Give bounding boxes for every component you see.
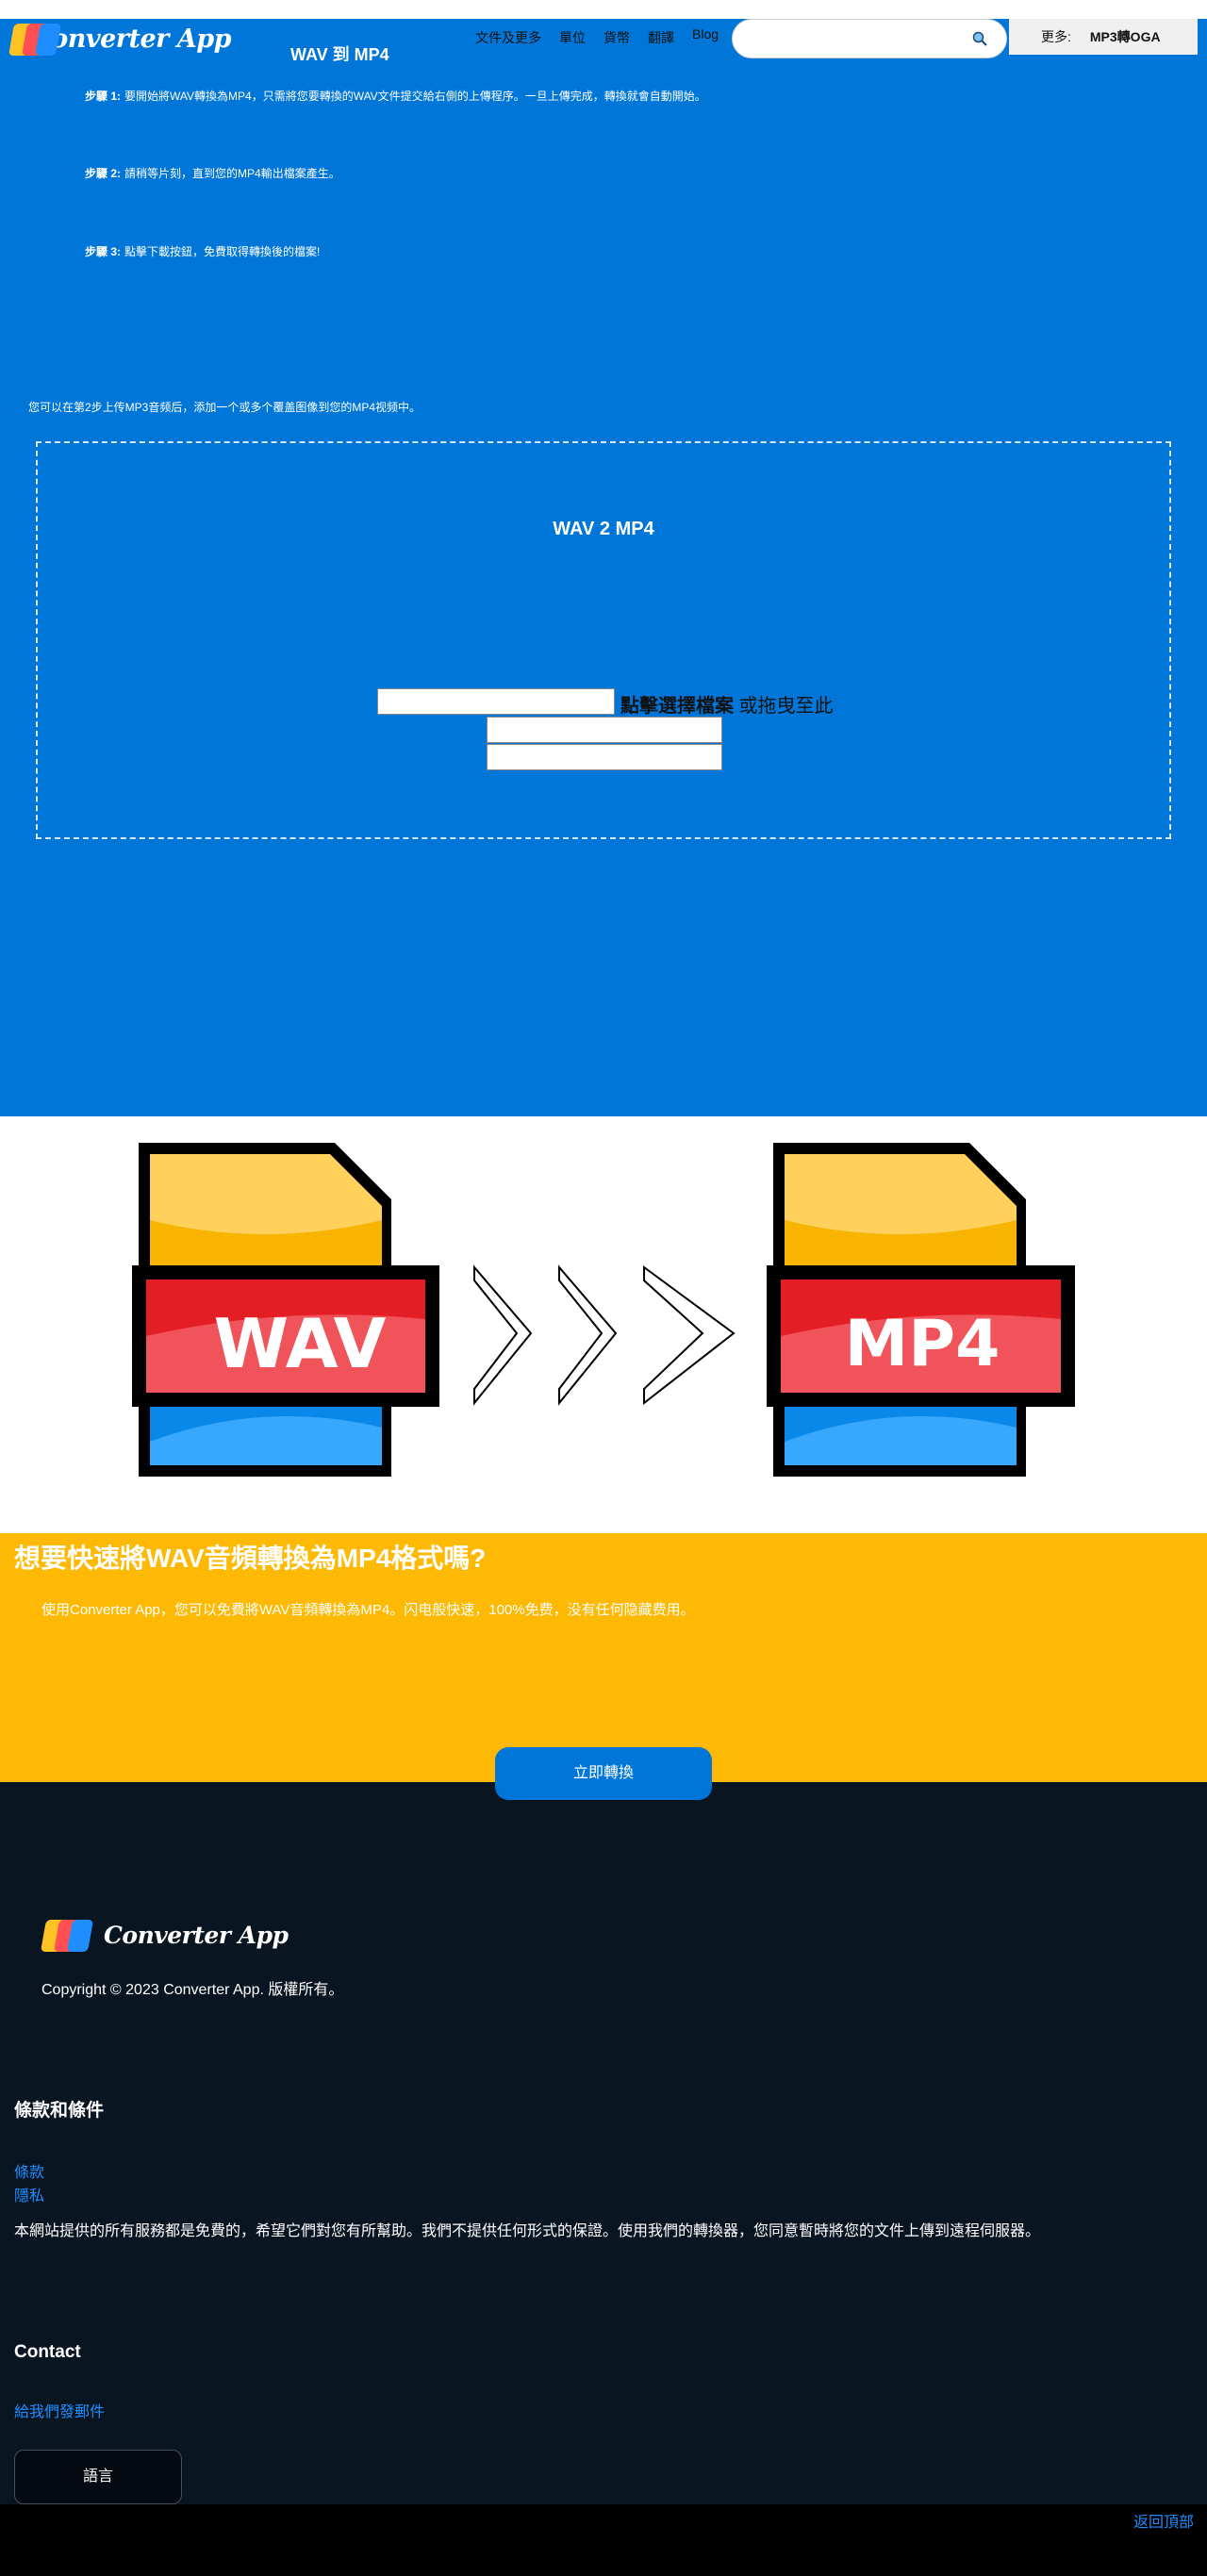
more-link-mp3-oga[interactable]: MP3轉OGA [1090, 27, 1161, 46]
bottom-bar: 返回頂部 [0, 2504, 1207, 2576]
promo-heading: 想要快速將WAV音頻轉換為MP4格式嗎? [14, 1544, 487, 1573]
drag-here-text: 或拖曳至此 [734, 696, 834, 717]
step-1-label: 步驟 1: [85, 90, 122, 103]
choose-file-label[interactable]: 點擊選擇檔案 或拖曳至此 [620, 690, 834, 718]
more-menu[interactable]: 更多: MP3轉OGA [1009, 19, 1198, 55]
nav-item-currency[interactable]: 貨幣 [604, 28, 630, 47]
step-2-label: 步驟 2: [85, 167, 122, 180]
convert-now-button[interactable]: 立即轉換 [495, 1747, 712, 1800]
terms-link[interactable]: 條款 [14, 2159, 44, 2182]
promo-text: 使用Converter App，您可以免費將WAV音頻轉換為MP4。闪电般快速，… [41, 1602, 695, 1618]
file-input[interactable] [377, 688, 615, 715]
disclaimer: 本網站提供的所有服務都是免費的，希望它們對您有所幫助。我們不提供任何形式的保證。… [14, 2223, 1041, 2239]
search-input[interactable] [732, 19, 1007, 58]
overlay-note: 您可以在第2步上传MP3音频后，添加一个或多个覆盖图像到您的MP4视频中。 [28, 401, 422, 414]
step-3-text: 點擊下載按鈕，免費取得轉換後的檔案! [124, 245, 321, 258]
logo[interactable]: Converter App [8, 19, 231, 58]
contact-heading: Contact [14, 2342, 81, 2362]
wav-label: WAV [214, 1304, 387, 1383]
nav-item-units[interactable]: 單位 [559, 28, 586, 47]
step-2-text: 請稍等片刻，直到您的MP4輸出檔案產生。 [124, 167, 340, 180]
nav-item-documents[interactable]: 文件及更多 [475, 28, 541, 47]
step-1: 步驟 1: 要開始將WAV轉換為MP4，只需將您要轉換的WAV文件提交給右側的上傳… [85, 88, 706, 104]
option-field-1[interactable] [487, 717, 722, 743]
dropzone-title: WAV 2 MP4 [553, 519, 654, 539]
search-icon[interactable] [972, 31, 987, 46]
main-nav: 文件及更多 單位 貨幣 翻譯 Blog [475, 26, 719, 47]
nav-item-translate[interactable]: 翻譯 [648, 28, 674, 47]
arrow-chevrons-icon [473, 1264, 736, 1406]
logo-mark-icon [8, 20, 61, 58]
wav-file-icon: WAV [132, 1143, 439, 1477]
privacy-link[interactable]: 隱私 [14, 2183, 44, 2205]
nav-item-blog[interactable]: Blog [692, 26, 719, 47]
header-top-strip [0, 0, 1207, 19]
step-3: 步驟 3: 點擊下載按鈕，免費取得轉換後的檔案! [85, 243, 320, 259]
promo-section: 想要快速將WAV音頻轉換為MP4格式嗎? 使用Converter App，您可以… [0, 1533, 1207, 1782]
more-label: 更多: [1041, 29, 1071, 44]
logo-text: Converter App [31, 24, 231, 54]
header: Converter App WAV 到 MP4 文件及更多 單位 貨幣 翻譯 B… [0, 0, 1207, 64]
file-dropzone[interactable]: WAV 2 MP4 點擊選擇檔案 或拖曳至此 [36, 441, 1171, 839]
email-us-link[interactable]: 給我們發郵件 [14, 2399, 105, 2421]
language-button[interactable]: 語言 [14, 2450, 182, 2504]
footer-logo-text: Converter App [104, 1921, 289, 1949]
footer: Converter App Copyright © 2023 Converter… [0, 1782, 1207, 2504]
converter-section: 步驟 1: 要開始將WAV轉換為MP4，只需將您要轉換的WAV文件提交給右側的上傳… [0, 61, 1207, 1116]
step-3-label: 步驟 3: [85, 245, 122, 258]
terms-heading: 條款和條件 [14, 2101, 105, 2121]
step-1-text: 要開始將WAV轉換為MP4，只需將您要轉換的WAV文件提交給右側的上傳程序。一旦… [124, 90, 706, 103]
option-field-2[interactable] [487, 744, 722, 770]
back-to-top-link[interactable]: 返回頂部 [1133, 2509, 1194, 2532]
footer-logo[interactable]: Converter App [41, 1916, 289, 1954]
mp4-label: MP4 [845, 1307, 1000, 1381]
choose-file-text[interactable]: 點擊選擇檔案 [620, 696, 734, 717]
conversion-illustration: WAV MP4 [0, 1116, 1207, 1533]
step-2: 步驟 2: 請稍等片刻，直到您的MP4輸出檔案產生。 [85, 165, 340, 181]
footer-logo-mark-icon [41, 1916, 94, 1954]
wav-to-mp4-graphic: WAV MP4 [132, 1143, 1075, 1477]
mp4-file-icon: MP4 [767, 1143, 1075, 1477]
copyright: Copyright © 2023 Converter App. 版權所有。 [41, 1982, 344, 1998]
